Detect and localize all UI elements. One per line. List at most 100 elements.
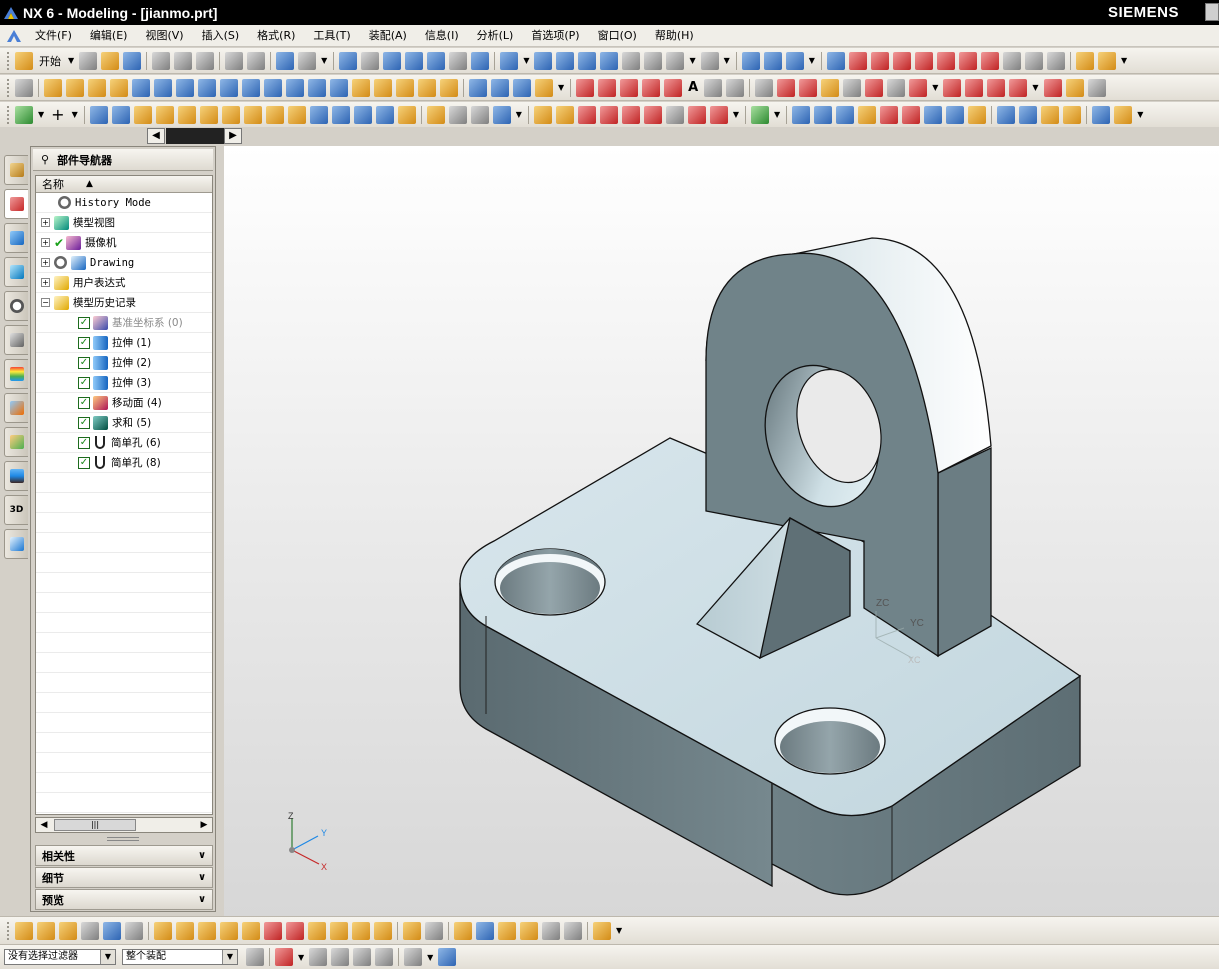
chevron-down-icon[interactable]: ▼ — [100, 950, 115, 964]
snap-pole-icon[interactable] — [1002, 51, 1021, 70]
feature-row-extrude-3[interactable]: ✓ 拉伸 (3) — [36, 373, 212, 393]
menu-preferences[interactable]: 首选项(P) — [522, 25, 588, 47]
rectangle-select-icon[interactable] — [404, 948, 423, 966]
select-icon[interactable] — [276, 51, 295, 70]
hole-icon[interactable] — [220, 78, 238, 97]
i-form-icon[interactable] — [555, 105, 574, 124]
add-component-icon[interactable] — [37, 921, 55, 940]
create-array-icon[interactable] — [81, 921, 99, 940]
checkbox[interactable]: ✓ — [78, 416, 90, 429]
splitter-grip[interactable] — [107, 837, 139, 841]
tree-row[interactable]: + Drawing — [36, 253, 212, 273]
pad-icon[interactable] — [286, 78, 304, 97]
swept-icon[interactable] — [199, 105, 218, 124]
resource-tab-system-scenes[interactable] — [4, 461, 28, 491]
tube-icon[interactable] — [110, 78, 128, 97]
pull-face-icon[interactable] — [902, 105, 921, 124]
menu-assembly[interactable]: 装配(A) — [360, 25, 416, 47]
arrangement-icon[interactable] — [308, 921, 326, 940]
cylinder-feature-icon[interactable] — [154, 78, 172, 97]
unite-icon[interactable] — [352, 78, 370, 97]
type-filter-select[interactable]: 没有选择过滤器 ▼ — [4, 949, 116, 965]
reset-filter-icon[interactable] — [246, 948, 264, 966]
start-dropdown-icon[interactable]: ▼ — [68, 56, 74, 65]
panel-dependencies[interactable]: 相关性 ∨ — [35, 845, 213, 866]
resource-tab-visualization[interactable] — [4, 359, 28, 389]
surface-from-poles-icon[interactable] — [111, 105, 130, 124]
tree-row[interactable]: History Mode — [36, 193, 212, 213]
feature-row-extrude-2[interactable]: ✓ 拉伸 (2) — [36, 353, 212, 373]
pattern-icon[interactable] — [1063, 105, 1082, 124]
expand-icon[interactable]: + — [41, 218, 50, 227]
offset-face-icon[interactable] — [836, 105, 855, 124]
resource-tab-process-studio[interactable] — [4, 393, 28, 423]
scroll-left-icon[interactable]: ◀ — [147, 128, 165, 144]
offset-surface-icon[interactable] — [331, 105, 350, 124]
edge-blend-icon[interactable] — [418, 78, 436, 97]
groove-icon[interactable] — [330, 78, 348, 97]
properties-icon[interactable] — [520, 921, 538, 940]
view-wire-icon[interactable] — [622, 51, 641, 70]
match-edge-icon[interactable] — [577, 105, 596, 124]
polygon-icon[interactable] — [726, 78, 745, 97]
extract-curve-icon[interactable] — [987, 78, 1006, 97]
checkbox[interactable]: ✓ — [78, 436, 90, 449]
patch-icon[interactable] — [448, 105, 467, 124]
slot-icon[interactable] — [308, 78, 326, 97]
feature-row-hole-6[interactable]: ✓ 简单孔 (6) — [36, 433, 212, 453]
resize-blend-icon[interactable] — [968, 105, 987, 124]
shaded-with-edges-icon[interactable] — [644, 51, 663, 70]
intersect-curve-icon[interactable] — [909, 78, 928, 97]
combine-curve-icon[interactable] — [943, 78, 962, 97]
quilt-icon[interactable] — [492, 105, 511, 124]
mirror-assembly-icon[interactable] — [198, 921, 216, 940]
cut-icon[interactable] — [152, 51, 171, 70]
x-form-icon[interactable] — [533, 105, 552, 124]
menu-help[interactable]: 帮助(H) — [646, 25, 703, 47]
paste-icon[interactable] — [196, 51, 215, 70]
checkbox[interactable]: ✓ — [78, 376, 90, 389]
snap-midpoint-icon[interactable] — [870, 51, 889, 70]
scroll-right-icon[interactable]: ▶ — [224, 128, 242, 144]
block-icon[interactable] — [132, 78, 150, 97]
split-body-icon[interactable] — [375, 105, 394, 124]
section-surface-icon[interactable] — [221, 105, 240, 124]
trim-icon[interactable] — [799, 78, 818, 97]
instance-icon[interactable] — [1041, 105, 1060, 124]
section-icon[interactable] — [741, 51, 760, 70]
redo-icon[interactable] — [247, 51, 266, 70]
measure-angle-icon[interactable] — [1097, 51, 1116, 70]
divide-curve-icon[interactable] — [1087, 78, 1106, 97]
delete-face-icon[interactable] — [946, 105, 965, 124]
refit-icon[interactable] — [709, 105, 728, 124]
rectangle-icon[interactable] — [704, 78, 723, 97]
curve-rule-icon[interactable] — [309, 948, 328, 966]
tool-icon[interactable] — [298, 51, 317, 70]
select-filter-icon[interactable] — [826, 51, 845, 70]
intersect-icon[interactable] — [396, 78, 414, 97]
face-rule-icon[interactable] — [331, 948, 350, 966]
new-file-icon[interactable] — [79, 51, 98, 70]
expand-icon[interactable]: + — [41, 238, 50, 247]
shaded-icon[interactable] — [666, 51, 685, 70]
resource-tab-history[interactable] — [4, 291, 28, 321]
clearance-icon[interactable] — [264, 921, 282, 940]
customize-icon[interactable] — [593, 921, 611, 940]
chevron-down-icon[interactable]: ∨ — [194, 848, 210, 863]
feature-row-datum-csys[interactable]: ✓ 基准坐标系 (0) — [36, 313, 212, 333]
panel-details[interactable]: 细节 ∨ — [35, 867, 213, 888]
toolbar-grip[interactable] — [7, 51, 10, 70]
deformable-icon[interactable] — [374, 921, 392, 940]
body-select-icon[interactable] — [375, 948, 394, 966]
info-icon[interactable] — [542, 921, 560, 940]
menu-information[interactable]: 信息(I) — [416, 25, 468, 47]
replace-face-icon[interactable] — [924, 105, 943, 124]
menu-insert[interactable]: 插入(S) — [193, 25, 249, 47]
panel-preview[interactable]: 预览 ∨ — [35, 889, 213, 910]
resource-tab-roles[interactable] — [4, 427, 28, 457]
zoom-icon[interactable] — [383, 51, 402, 70]
mirror-body-icon[interactable] — [997, 105, 1016, 124]
fasteners-icon[interactable] — [330, 921, 348, 940]
new-component-icon[interactable] — [59, 921, 77, 940]
view-front-icon[interactable] — [556, 51, 575, 70]
